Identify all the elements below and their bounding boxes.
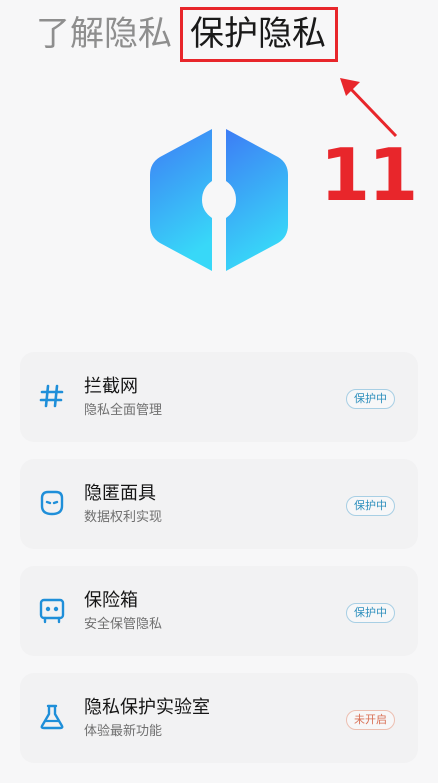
card-subtitle: 体验最新功能 <box>84 724 163 739</box>
status-badge: 保护中 <box>346 389 395 409</box>
status-badge: 保护中 <box>346 496 395 516</box>
status-badge: 未开启 <box>346 710 395 730</box>
safe-box-icon <box>39 598 65 624</box>
tab-learn-privacy[interactable]: 了解隐私 <box>36 12 172 56</box>
privacy-shield-logo-icon <box>150 129 288 271</box>
card-title: 保险箱 <box>84 590 138 611</box>
hash-icon <box>39 384 64 408</box>
card-title: 拦截网 <box>84 376 138 397</box>
card-interception-net[interactable]: 拦截网 隐私全面管理 保护中 <box>20 352 418 442</box>
flask-icon <box>40 704 64 730</box>
annotation-number: 11 <box>320 133 418 217</box>
annotation-highlight-box <box>180 7 338 62</box>
card-subtitle: 数据权利实现 <box>84 510 163 525</box>
card-subtitle: 隐私全面管理 <box>84 403 163 418</box>
card-safe-box[interactable]: 保险箱 安全保管隐私 保护中 <box>20 566 418 656</box>
card-title: 隐匿面具 <box>84 483 156 504</box>
card-subtitle: 安全保管隐私 <box>84 617 163 632</box>
status-badge: 保护中 <box>346 603 395 623</box>
card-privacy-lab[interactable]: 隐私保护实验室 体验最新功能 未开启 <box>20 673 418 763</box>
card-hidden-mask[interactable]: 隐匿面具 数据权利实现 保护中 <box>20 459 418 549</box>
mask-icon <box>40 490 64 516</box>
card-title: 隐私保护实验室 <box>84 697 210 718</box>
